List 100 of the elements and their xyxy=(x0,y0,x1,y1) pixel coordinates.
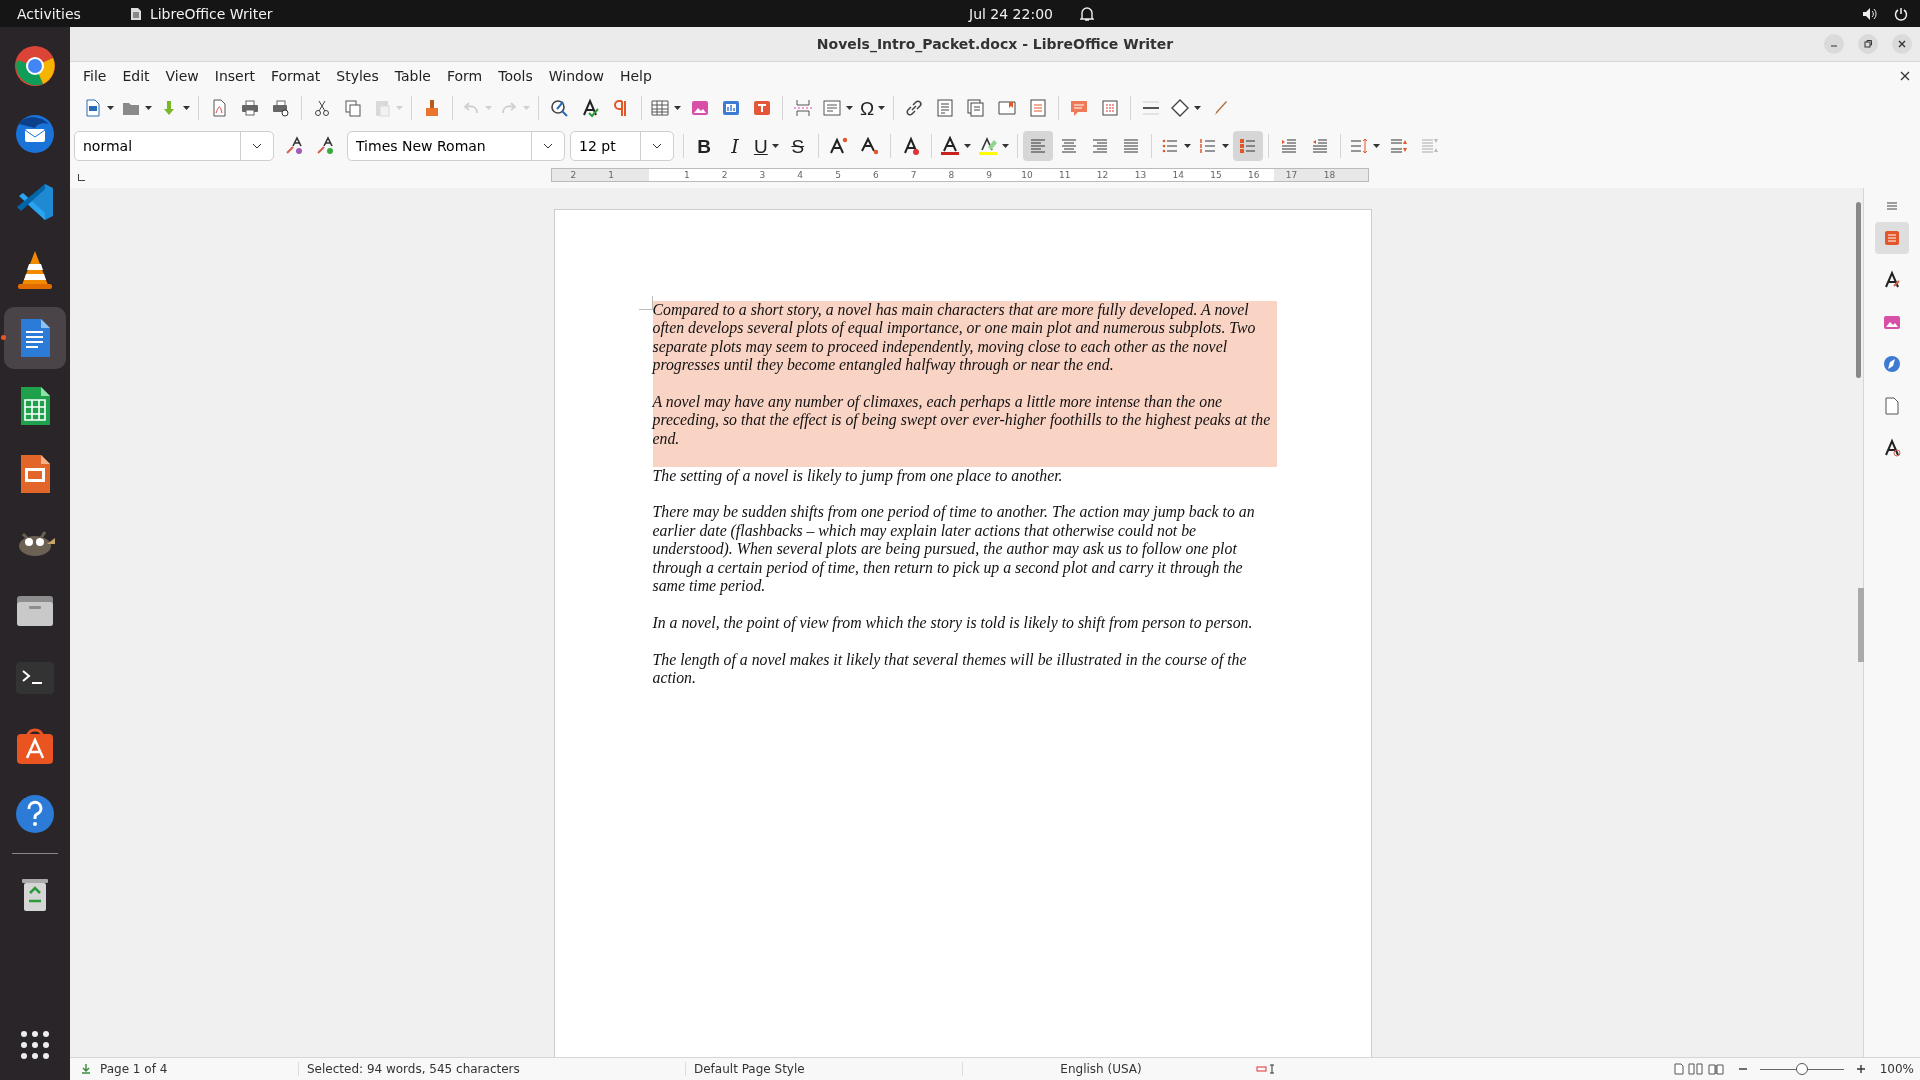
paragraph: The length of a novel makes it likely that several themes will be illustrated in the course of the action. xyxy=(652,650,1248,688)
bold-button[interactable]: B xyxy=(689,131,719,161)
single-page-view-icon[interactable] xyxy=(1673,1063,1684,1075)
caret-icon xyxy=(485,106,492,110)
menu-item[interactable]: Form xyxy=(439,68,490,84)
align-left-button[interactable] xyxy=(1022,131,1053,161)
ruler-number: 10 xyxy=(1021,169,1033,181)
mail-icon xyxy=(13,112,57,156)
increase-spacing-icon xyxy=(1388,136,1409,156)
underline-button[interactable]: U xyxy=(751,131,782,161)
basic-shapes-icon xyxy=(1170,98,1191,118)
paragraph: A novel may have any number of climaxes, each perhaps a little more intense than the one preceding, so that the effect is of being swept over ever-higher foothills to the highest peaks at the end. xyxy=(652,393,1277,467)
caret-icon xyxy=(523,106,530,110)
special-character-button[interactable]: Ω xyxy=(857,93,889,123)
document-icon xyxy=(129,6,142,21)
new-document-icon xyxy=(83,98,103,118)
ruler-number: 6 xyxy=(872,169,879,181)
close-icon xyxy=(1897,39,1907,49)
menu-item[interactable]: File xyxy=(76,68,114,84)
page-style[interactable]: Default Page Style xyxy=(685,1062,962,1076)
insert-table-icon xyxy=(650,98,670,118)
menu-item[interactable]: Help xyxy=(612,68,659,84)
insert-image-icon xyxy=(690,98,710,118)
caret-icon xyxy=(846,106,853,110)
caret-icon xyxy=(107,106,114,110)
app-menu[interactable]: LibreOffice Writer xyxy=(97,5,290,22)
italic-button[interactable]: I xyxy=(720,131,750,161)
print-preview-icon xyxy=(271,98,291,118)
volume-icon[interactable] xyxy=(1862,6,1878,21)
menu-item[interactable]: View xyxy=(158,68,206,84)
word-count[interactable]: Selected: 94 words, 545 characters xyxy=(298,1062,685,1076)
ruler-number: 13 xyxy=(1134,169,1147,181)
update-style-icon xyxy=(284,136,304,156)
ruler-number: 11 xyxy=(1059,169,1071,181)
ruler-number: 1 xyxy=(608,169,615,181)
menu-item[interactable]: Edit xyxy=(115,68,157,84)
ruler-number: 18 xyxy=(1323,169,1336,181)
spelling-icon xyxy=(580,98,600,118)
decrease-spacing-icon xyxy=(1419,136,1440,156)
caret-icon xyxy=(1001,144,1009,148)
ruler-number: 5 xyxy=(835,169,841,181)
properties-deck-button[interactable] xyxy=(1875,222,1909,254)
scrollbar[interactable] xyxy=(1855,188,1863,1057)
caret-icon xyxy=(771,144,779,148)
caret-icon xyxy=(1221,144,1229,148)
close-button[interactable] xyxy=(1892,34,1912,54)
page-number[interactable]: Page 1 of 4 xyxy=(92,1062,298,1076)
font-name-field[interactable]: Times New Roman xyxy=(347,131,565,161)
caret-icon xyxy=(145,106,152,110)
ruler-number: 3 xyxy=(759,169,766,181)
restore-button[interactable] xyxy=(1858,34,1878,54)
tab-stop-icon[interactable] xyxy=(78,174,85,181)
paragraph: There may be sudden shifts from one period of time to another. The action may jump back to an earlier date (flashbacks – which may explain later actions that otherwise could not be understood). When several plots are being pursued, the author may ask us to follow one plot through a certain period of time, then return to pick up a second plot and carry it through the same time period. xyxy=(652,503,1256,596)
language[interactable]: English (USA) xyxy=(962,1062,1239,1076)
menu-item[interactable]: Table xyxy=(387,68,438,84)
running-indicator xyxy=(1,335,6,340)
ruler-number: 15 xyxy=(1210,169,1222,181)
app-grid-icon[interactable] xyxy=(20,1030,50,1060)
properties-icon xyxy=(1882,228,1902,248)
menu-item[interactable]: Insert xyxy=(207,68,262,84)
outline-list-button[interactable] xyxy=(1232,131,1263,161)
caret-icon xyxy=(1372,144,1380,148)
menu-icon[interactable] xyxy=(1885,200,1899,212)
minimize-button[interactable] xyxy=(1824,34,1844,54)
browser-icon xyxy=(13,44,57,88)
activities-button[interactable]: Activities xyxy=(0,5,98,22)
highlighting-icon xyxy=(977,136,998,156)
ruler-number: 2 xyxy=(721,169,728,181)
zoom-in-icon[interactable] xyxy=(1855,1064,1866,1074)
chevron-icon xyxy=(252,143,262,149)
menu-item[interactable]: Styles xyxy=(329,68,386,84)
caret-icon xyxy=(878,106,886,110)
styles-icon xyxy=(1882,270,1902,290)
multi-page-view-icon[interactable] xyxy=(1687,1063,1704,1075)
sidebar-handle[interactable] xyxy=(1858,588,1864,662)
ruler[interactable]: 2 1 1 2 3 4 5 6 7 8 9 10 11 12 13 14 15 16 17 18 xyxy=(551,168,1369,182)
subscript-icon xyxy=(859,136,880,156)
book-view-icon[interactable] xyxy=(1707,1063,1724,1075)
page-break-icon xyxy=(793,98,813,118)
ruler-number: 4 xyxy=(797,169,804,181)
bell-icon[interactable] xyxy=(1079,5,1094,22)
zoom-level[interactable]: 100% xyxy=(1871,1062,1920,1076)
caret-icon xyxy=(1183,144,1191,148)
ruler-number: 12 xyxy=(1096,169,1109,181)
copy-icon xyxy=(343,98,363,118)
cross-reference-icon xyxy=(1028,98,1049,118)
strikethrough-button[interactable]: S xyxy=(782,131,813,161)
menu-item[interactable]: Format xyxy=(263,68,328,84)
close-document-icon[interactable] xyxy=(1900,71,1910,81)
menu-item[interactable]: Tools xyxy=(491,68,540,84)
ruler-number: 16 xyxy=(1248,169,1260,181)
clock[interactable]: Jul 24 22:00 xyxy=(952,5,1070,22)
paragraph-style-field[interactable]: normal xyxy=(74,131,274,161)
power-icon[interactable] xyxy=(1894,6,1908,21)
caret-icon xyxy=(396,106,403,110)
page-icon xyxy=(1882,396,1902,416)
font-size-field[interactable]: 12 pt xyxy=(570,131,674,161)
writer-launcher[interactable] xyxy=(4,307,66,369)
numbered-list-icon xyxy=(1197,136,1218,156)
menu-item[interactable]: Window xyxy=(541,68,611,84)
